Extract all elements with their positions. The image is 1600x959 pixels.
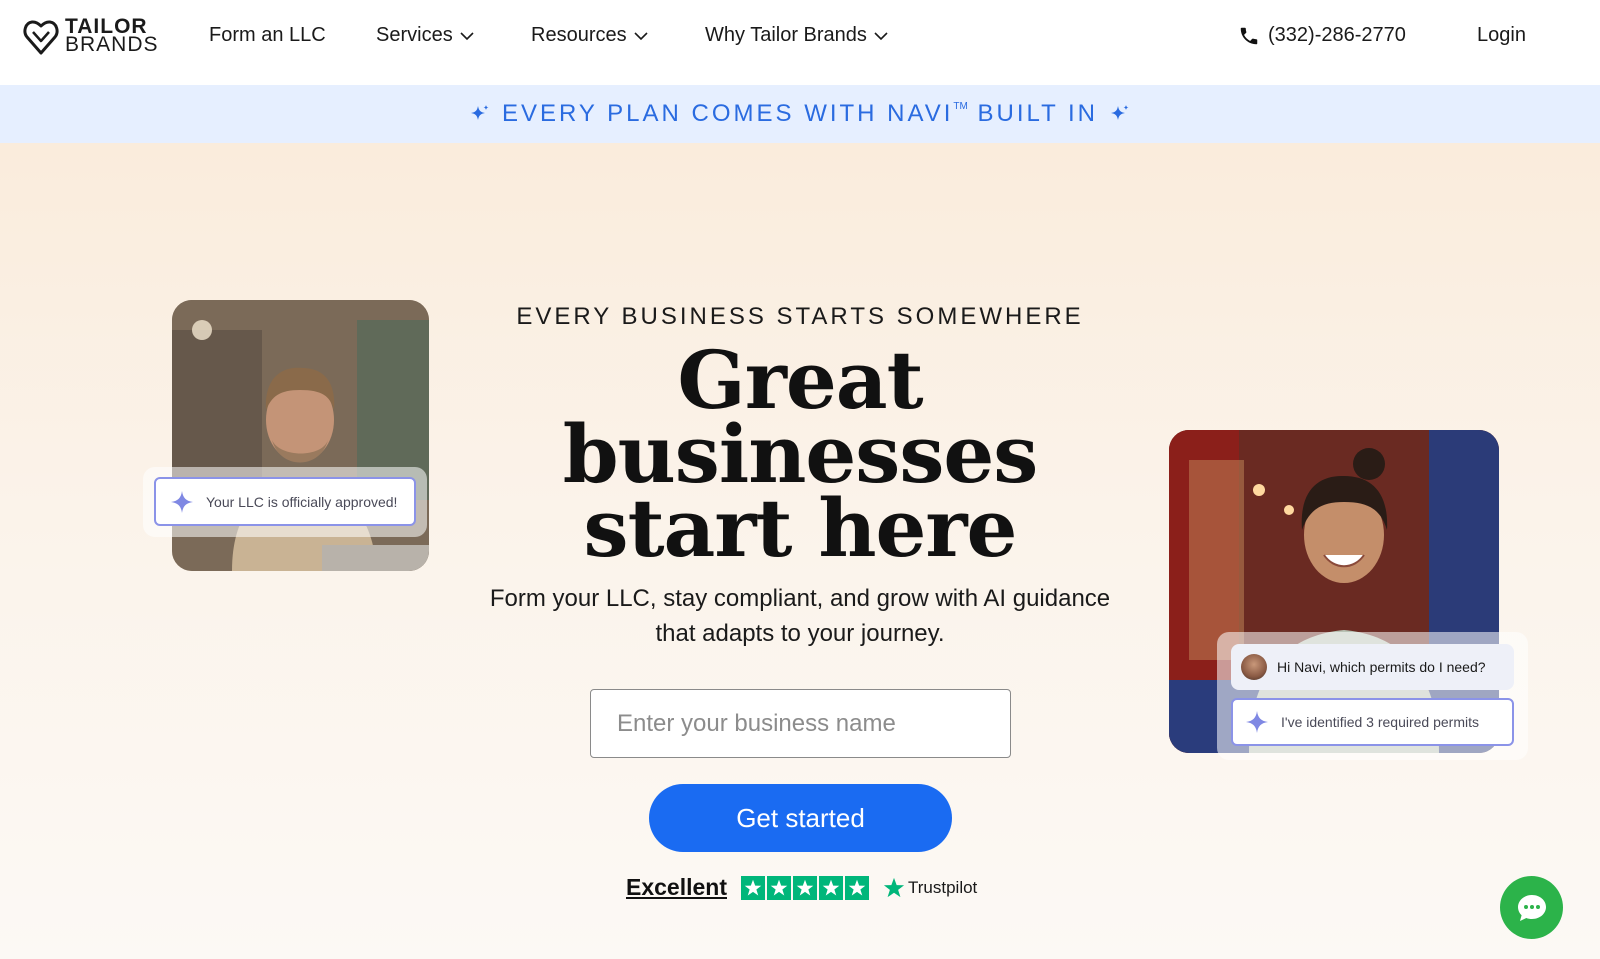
nav-why-tailor-brands[interactable]: Why Tailor Brands [705, 24, 889, 47]
trustpilot-rating[interactable]: Excellent Trustpilot [626, 874, 977, 901]
phone-icon [1240, 27, 1258, 44]
nav-services-label: Services [376, 24, 453, 46]
trustpilot-star-icon [883, 877, 905, 897]
live-chat-button[interactable] [1500, 876, 1563, 939]
hero-subheadline: Form your LLC, stay compliant, and grow … [489, 585, 1111, 647]
trustpilot-stars [741, 875, 869, 900]
star-icon [741, 875, 765, 900]
star-icon [767, 875, 791, 900]
navi-sparkle-icon [1246, 711, 1268, 733]
get-started-button[interactable]: Get started [649, 784, 952, 852]
nav-services[interactable]: Services [376, 24, 475, 47]
star-icon [793, 875, 817, 900]
chevron-down-icon [874, 31, 888, 40]
chat-user-message: Hi Navi, which permits do I need? [1231, 644, 1514, 690]
nav-why-label: Why Tailor Brands [705, 24, 867, 46]
chevron-down-icon [460, 31, 474, 40]
llc-approved-notification: Your LLC is officially approved! [154, 477, 416, 526]
hero-eyebrow: EVERY BUSINESS STARTS SOMEWHERE [516, 303, 1084, 330]
navi-sparkle-icon [171, 490, 193, 513]
trust-rating-label: Excellent [626, 874, 727, 900]
star-icon [819, 875, 843, 900]
phone-number: (332)-286-2770 [1268, 24, 1406, 46]
heart-shield-logo-icon [23, 20, 59, 55]
chat-bubble-icon [1517, 894, 1546, 921]
nav-form-llc[interactable]: Form an LLC [209, 24, 326, 47]
banner-text: EVERY PLAN COMES WITH NAVITM BUILT IN [501, 100, 1098, 127]
nav-resources-label: Resources [531, 24, 627, 46]
avatar [1241, 654, 1267, 680]
chat-navi-reply: I've identified 3 required permits [1231, 698, 1514, 746]
star-icon [845, 875, 869, 900]
hero-headline: Great businesses start here [562, 333, 1039, 575]
chat-question-text: Hi Navi, which permits do I need? [1277, 659, 1486, 675]
nav-form-llc-label: Form an LLC [209, 24, 326, 46]
chat-answer-text: I've identified 3 required permits [1281, 714, 1479, 730]
site-header: TAILOR BRANDS Form an LLC Services Resou… [0, 0, 1600, 85]
trademark-mark: TM [953, 101, 968, 112]
business-name-input[interactable] [590, 689, 1011, 758]
promo-banner: EVERY PLAN COMES WITH NAVITM BUILT IN [0, 85, 1600, 143]
trustpilot-logo: Trustpilot [883, 877, 977, 899]
llc-approved-text: Your LLC is officially approved! [206, 493, 398, 510]
trustpilot-wordmark: Trustpilot [908, 877, 978, 897]
login-link[interactable]: Login [1477, 24, 1526, 47]
sparkle-icon [470, 105, 489, 120]
sparkle-icon [1111, 105, 1129, 120]
chevron-down-icon [634, 31, 648, 40]
logo-wordmark-bottom: BRANDS [65, 33, 159, 56]
phone-link[interactable]: (332)-286-2770 [1238, 24, 1406, 47]
nav-resources[interactable]: Resources [531, 24, 649, 47]
tailor-brands-logo[interactable]: TAILOR BRANDS [23, 16, 159, 56]
hero-section: Your LLC is officially approved! EVERY B… [0, 143, 1600, 959]
